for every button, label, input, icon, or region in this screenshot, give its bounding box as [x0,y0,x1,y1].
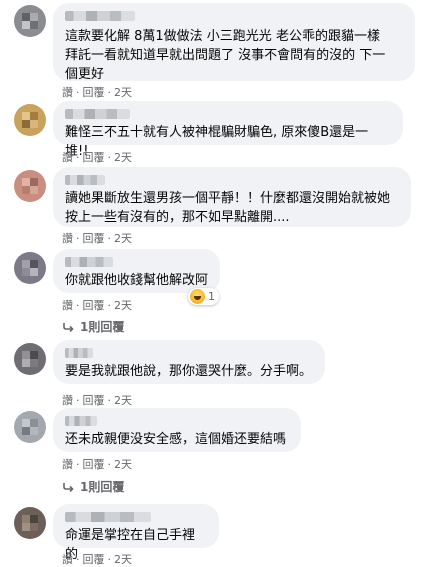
comment-bubble: 難怪三不五十就有人被神棍騙財騙色, 原來傻B還是一堆!! [53,101,403,159]
comment-bubble: 你就跟他收錢幫他解改阿 [53,249,220,293]
comment-actions: 讚 · 回覆 · 2天 [62,456,132,472]
like-link[interactable]: 讚 [62,230,73,246]
comment-text: 這款要化解 8萬1做做法 小三跑光光 老公乖的跟貓一樣 拜託一看就知道早就出問題… [65,29,386,82]
reply-link[interactable]: 回覆 [83,297,105,313]
comment-actions: 讚 · 回覆 · 2天 [62,230,132,246]
view-replies-link[interactable]: 1則回覆 [62,318,124,335]
reaction-count: 1 [208,290,215,303]
commenter-name[interactable] [65,512,151,522]
like-link[interactable]: 讚 [62,551,73,567]
comment-text: 要是我就跟他說，那你還哭什麼。分手啊。 [65,364,313,379]
reply-link[interactable]: 回覆 [83,149,105,165]
comment-text: 你就跟他收錢幫他解改阿 [65,273,209,288]
comment-actions: 讚 · 回覆 · 2天 [62,149,132,165]
comment-text: 还未成親便没安全感，這個婚还要結嗎 [65,432,287,447]
like-link[interactable]: 讚 [62,456,73,472]
replies-count: 1則回覆 [80,320,125,334]
view-replies-link[interactable]: 1則回覆 [62,478,124,495]
comment-actions: 讚 · 回覆 · 2天 [62,551,132,567]
comment-text: 讀她果斷放生還男孩一個平靜！！什麼都還沒開始就被她 按上一些有沒有的，那不如早點… [65,191,391,225]
like-link[interactable]: 讚 [62,297,73,313]
timestamp[interactable]: 2天 [114,84,132,100]
haha-reaction-icon [190,289,205,304]
commenter-name[interactable] [65,109,130,119]
avatar[interactable] [14,170,46,202]
commenter-name[interactable] [65,11,135,21]
comment-bubble: 要是我就跟他說，那你還哭什麼。分手啊。 [53,340,325,384]
comment-actions: 讚 · 回覆 · 2天 [62,84,132,100]
comment-actions: 讚 · 回覆 · 2天 [62,392,132,408]
avatar[interactable] [14,5,46,37]
reaction-badge[interactable]: 1 [188,288,219,305]
reply-link[interactable]: 回覆 [83,230,105,246]
timestamp[interactable]: 2天 [114,149,132,165]
commenter-name[interactable] [65,348,93,358]
avatar[interactable] [14,252,46,284]
reply-arrow-icon [63,482,74,492]
commenter-name[interactable] [65,416,97,426]
avatar[interactable] [14,343,46,375]
like-link[interactable]: 讚 [62,84,73,100]
like-link[interactable]: 讚 [62,392,73,408]
timestamp[interactable]: 2天 [114,456,132,472]
comment-bubble: 还未成親便没安全感，這個婚还要結嗎 [53,408,301,452]
reply-link[interactable]: 回覆 [83,456,105,472]
comment-bubble: 這款要化解 8萬1做做法 小三跑光光 老公乖的跟貓一樣 拜託一看就知道早就出問題… [53,3,415,82]
comment-bubble: 讀她果斷放生還男孩一個平靜！！什麼都還沒開始就被她 按上一些有沒有的，那不如早點… [53,167,411,227]
reply-link[interactable]: 回覆 [83,392,105,408]
comment-actions: 讚 · 回覆 · 2天 [62,297,132,313]
timestamp[interactable]: 2天 [114,551,132,567]
commenter-name[interactable] [65,175,105,185]
avatar[interactable] [14,507,46,539]
reply-link[interactable]: 回覆 [83,84,105,100]
comment-bubble: 命運是掌控在自己手裡的 [53,504,219,562]
commenter-name[interactable] [65,257,113,267]
timestamp[interactable]: 2天 [114,297,132,313]
timestamp[interactable]: 2天 [114,230,132,246]
avatar[interactable] [14,104,46,136]
reply-link[interactable]: 回覆 [83,551,105,567]
avatar[interactable] [14,411,46,443]
replies-count: 1則回覆 [80,480,125,494]
timestamp[interactable]: 2天 [114,392,132,408]
reply-arrow-icon [63,322,74,332]
like-link[interactable]: 讚 [62,149,73,165]
